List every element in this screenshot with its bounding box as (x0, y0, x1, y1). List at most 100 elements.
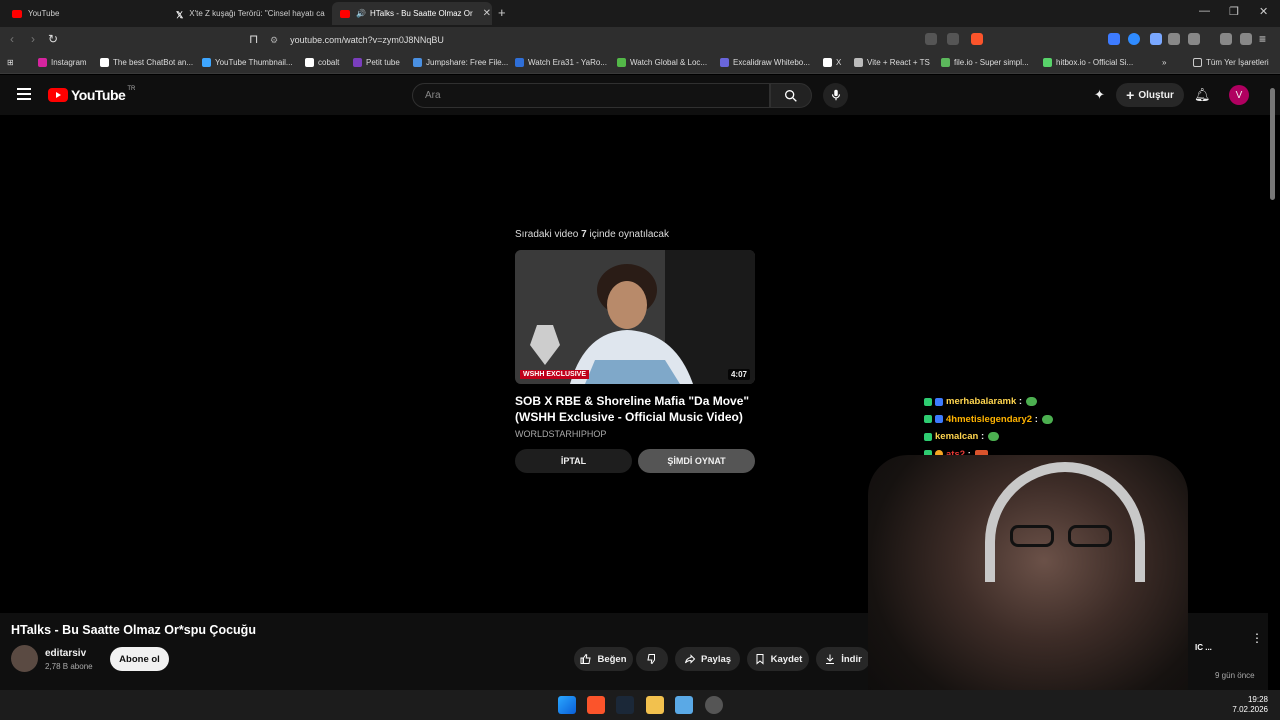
extension-icon[interactable] (1108, 33, 1120, 45)
cast-icon[interactable] (925, 33, 937, 45)
restore-button[interactable]: ❐ (1229, 5, 1239, 18)
extension-icon[interactable] (1128, 33, 1140, 45)
page-scrollbar[interactable] (1270, 88, 1275, 200)
bookmark-item[interactable]: hitbox.io - Official Si... (1043, 58, 1133, 67)
subscribe-button[interactable]: Abone ol (110, 647, 169, 671)
play-now-button[interactable]: ŞİMDİ OYNAT (638, 449, 755, 473)
dislike-button[interactable] (636, 647, 668, 671)
bookmark-item[interactable]: Instagram (38, 58, 87, 67)
forward-button[interactable]: › (31, 32, 35, 46)
bookmark-item[interactable]: Petit tube (353, 58, 400, 67)
create-shorts-icon[interactable]: ✦ (1094, 87, 1105, 103)
steam-icon[interactable] (616, 696, 634, 714)
save-button[interactable]: Kaydet (747, 647, 809, 671)
next-video-title[interactable]: SOB X RBE & Shoreline Mafia "Da Move" (W… (515, 393, 755, 425)
bookmark-favicon (38, 58, 47, 67)
new-tab-button[interactable]: + (498, 5, 506, 20)
search-icon (785, 90, 797, 102)
account-avatar[interactable]: V (1229, 85, 1249, 105)
like-label: Beğen (597, 653, 627, 665)
extension-icon[interactable] (1150, 33, 1162, 45)
bookmark-item[interactable]: Watch Global & Loc... (617, 58, 707, 67)
brave-browser-icon[interactable] (587, 696, 605, 714)
bookmark-label: Instagram (51, 58, 87, 67)
bookmark-item[interactable]: The best ChatBot an... (100, 58, 193, 67)
file-explorer-icon[interactable] (646, 696, 664, 714)
video-title: HTalks - Bu Saatte Olmaz Or*spu Çocuğu (11, 623, 256, 637)
channel-avatar[interactable] (11, 645, 38, 672)
bookmark-item[interactable]: X (823, 58, 841, 67)
system-clock[interactable]: 19:28 7.02.2026 (1232, 695, 1268, 715)
like-button[interactable]: Beğen (574, 647, 633, 671)
share-arrow-icon (684, 654, 696, 664)
chat-user: merhabalaramk (946, 396, 1017, 408)
tab-label: HTalks - Bu Saatte Olmaz Or (369, 9, 473, 18)
menu-icon[interactable]: ≡ (1259, 32, 1266, 46)
site-info-icon[interactable]: ⚙ (270, 35, 278, 46)
tab-youtube[interactable]: YouTube (4, 2, 168, 25)
share-icon[interactable] (947, 33, 959, 45)
notifications-bell-icon[interactable]: 🔔︎ (1194, 87, 1211, 103)
bookmark-item[interactable]: cobalt (305, 58, 339, 67)
bookmark-favicon (353, 58, 362, 67)
more-bookmarks-icon[interactable]: » (1162, 58, 1166, 67)
bookmark-item[interactable]: YouTube Thumbnail... (202, 58, 293, 67)
speaker-icon[interactable]: 🔊 (356, 9, 366, 18)
puzzle-icon[interactable] (1168, 33, 1180, 45)
bookmark-item[interactable]: Excalidraw Whitebo... (720, 58, 810, 67)
download-button[interactable]: İndir (816, 647, 870, 671)
music-icon[interactable] (1220, 33, 1232, 45)
brave-shields-icon[interactable] (971, 33, 983, 45)
folder-icon (1193, 58, 1202, 67)
emote-icon (988, 432, 1000, 442)
youtube-logo[interactable]: YouTube TR (48, 86, 136, 103)
tab-htalks-active[interactable]: 🔊 HTalks - Bu Saatte Olmaz Or ✕ (332, 2, 492, 25)
windows-start-icon[interactable] (558, 696, 576, 714)
subscriber-count: 2,78 B abone (45, 662, 93, 671)
search-button[interactable] (770, 83, 812, 108)
bookmark-item[interactable]: file.io - Super simpl... (941, 58, 1029, 67)
bookmark-label: Vite + React + TS (867, 58, 930, 67)
bookmark-favicon (1043, 58, 1052, 67)
cancel-autoplay-button[interactable]: İPTAL (515, 449, 632, 473)
bookmark-favicon (854, 58, 863, 67)
bookmark-label: X (836, 58, 842, 67)
thumbnail-image (515, 250, 755, 384)
channel-name[interactable]: editarsiv (45, 648, 86, 659)
share-button[interactable]: Paylaş (675, 647, 740, 671)
url-field[interactable]: ⚙ youtube.com/watch?v=zym0J8NNqBU (270, 30, 988, 50)
tab-x-post[interactable]: 𝕏 X'te Z kuşağı Terörü: "Cinsel hayatı c… (168, 2, 330, 25)
apps-icon[interactable]: ⊞ (7, 58, 14, 67)
settings-icon[interactable] (705, 696, 723, 714)
bookmark-label: YouTube Thumbnail... (215, 58, 293, 67)
sidebar-icon[interactable] (1188, 33, 1200, 45)
reload-button[interactable]: ↻ (48, 32, 58, 46)
next-video-channel: WORLDSTARHIPHOP (515, 429, 607, 439)
bookmark-item[interactable]: Watch Era31 - YaRo... (515, 58, 607, 67)
all-bookmarks[interactable]: Tüm Yer İşaretleri (1193, 58, 1269, 67)
bookmark-item[interactable]: Jumpshare: Free File... (413, 58, 508, 67)
bookmark-favicon (617, 58, 626, 67)
guide-menu-icon[interactable] (17, 88, 31, 100)
create-button[interactable]: + Oluştur (1116, 83, 1184, 107)
countdown-prefix: Sıradaki video (515, 229, 582, 240)
photos-icon[interactable] (675, 696, 693, 714)
bookmark-label: Jumpshare: Free File... (426, 58, 509, 67)
region-code: TR (127, 86, 136, 92)
search-input[interactable]: Ara (412, 83, 770, 108)
chat-user: kemalcan (935, 431, 979, 443)
next-video-thumbnail[interactable]: WSHH EXCLUSIVE 4:07 (515, 250, 755, 384)
minimize-button[interactable]: — (1199, 5, 1210, 17)
close-icon[interactable]: ✕ (483, 8, 491, 19)
voice-search-button[interactable] (823, 83, 848, 108)
window-close-button[interactable]: ✕ (1259, 5, 1268, 18)
recommended-video-title-fragment[interactable]: IC ... (1195, 643, 1212, 652)
back-button[interactable]: ‹ (10, 32, 14, 46)
clock-time: 19:28 (1247, 695, 1268, 704)
bookmark-item[interactable]: Vite + React + TS (854, 58, 930, 67)
bookmarks-bar: ⊞ Instagram The best ChatBot an... YouTu… (0, 53, 1280, 74)
youtube-play-icon (48, 88, 68, 102)
bookmark-icon[interactable]: ⊓ (249, 32, 258, 46)
vpn-icon[interactable] (1240, 33, 1252, 45)
more-options-icon[interactable]: ⋮ (1251, 631, 1263, 645)
